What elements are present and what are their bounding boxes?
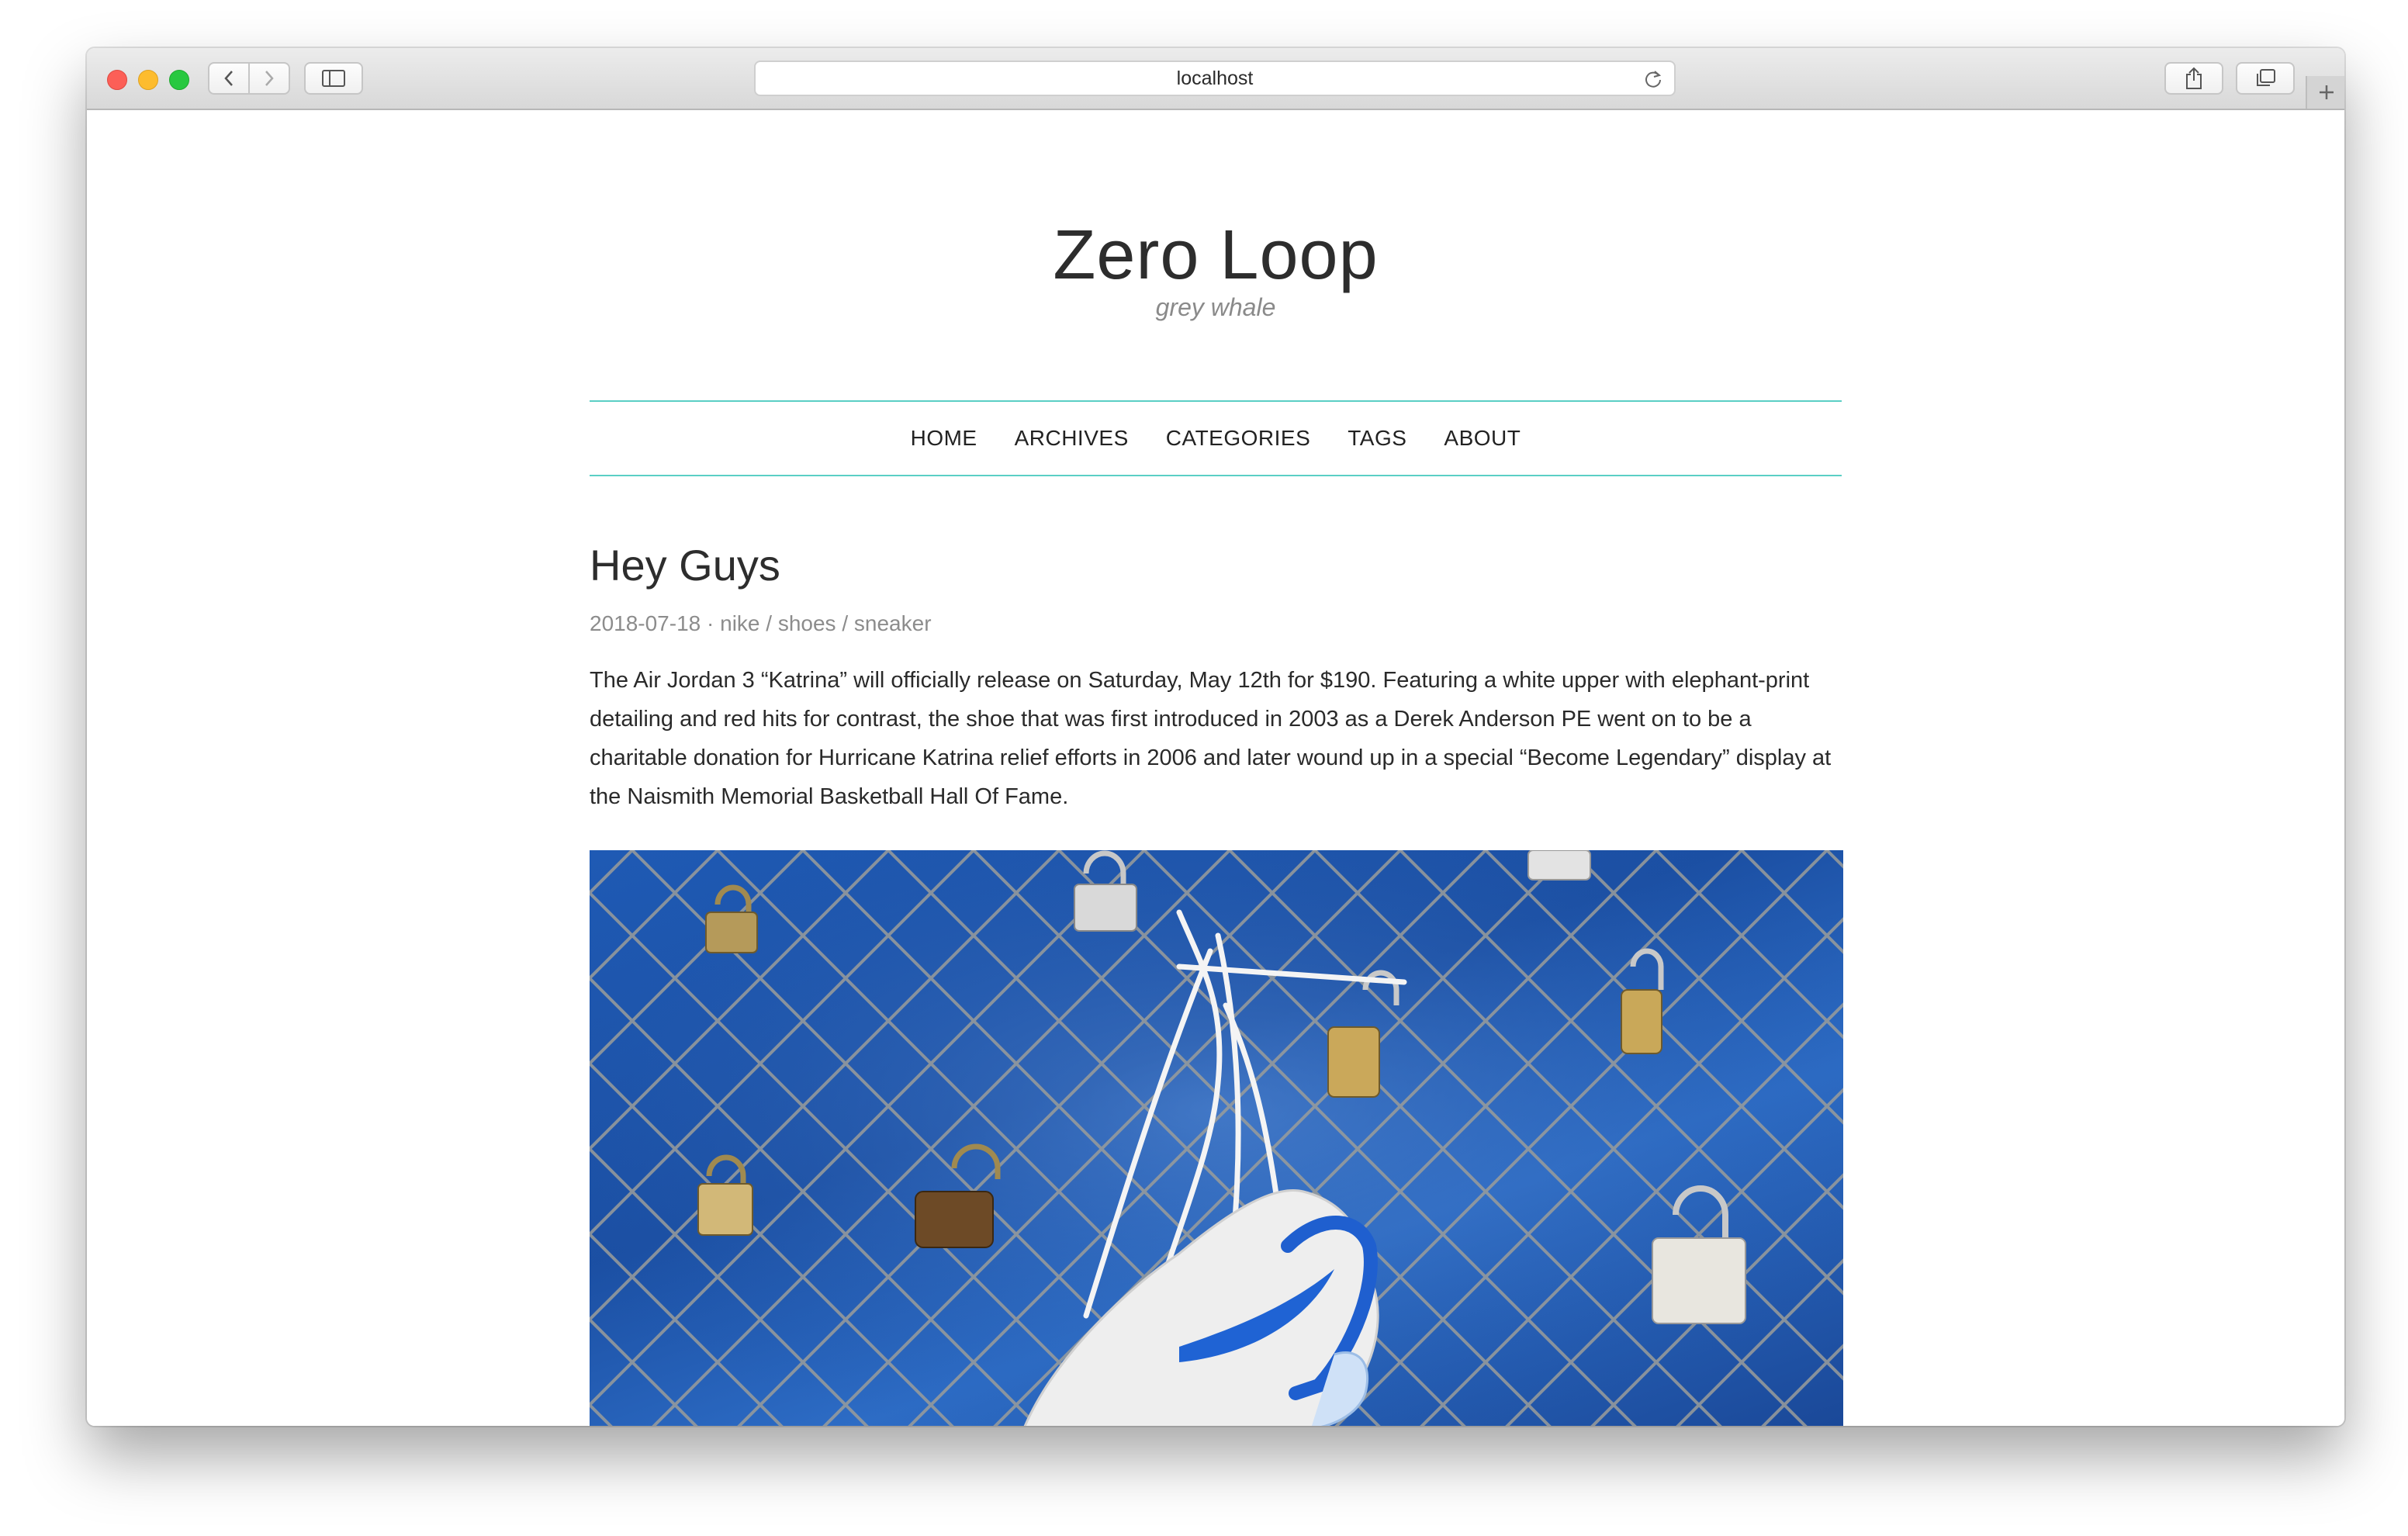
browser-window: localhost Zero Loop grey whale HOME ARCH… xyxy=(87,48,2344,1426)
page-content: Zero Loop grey whale HOME ARCHIVES CATEG… xyxy=(87,110,2344,1426)
category-link-shoes[interactable]: shoes xyxy=(778,611,836,635)
back-button[interactable] xyxy=(209,64,248,93)
show-tabs-button[interactable] xyxy=(2236,62,2295,95)
reload-icon[interactable] xyxy=(1643,69,1663,89)
category-link-nike[interactable]: nike xyxy=(720,611,759,635)
sidebar-toggle-button[interactable] xyxy=(304,62,363,95)
post-body: The Air Jordan 3 “Katrina” will official… xyxy=(590,668,1832,809)
share-button[interactable] xyxy=(2164,62,2223,95)
zoom-window-button[interactable] xyxy=(169,70,189,90)
nav-tags[interactable]: TAGS xyxy=(1348,426,1406,451)
address-text: localhost xyxy=(1176,67,1254,89)
new-tab-button[interactable] xyxy=(2306,76,2344,109)
meta-separator: · xyxy=(707,611,714,635)
nav-home[interactable]: HOME xyxy=(911,426,977,451)
post-date: 2018-07-18 xyxy=(590,611,701,635)
forward-button[interactable] xyxy=(250,64,289,93)
nav-archives[interactable]: ARCHIVES xyxy=(1015,426,1129,451)
tabs-icon xyxy=(2257,69,2275,86)
post-image xyxy=(590,850,1843,1426)
browser-toolbar: localhost xyxy=(87,48,2344,110)
category-separator: / xyxy=(766,611,773,635)
photo-sneaker-on-fence-icon xyxy=(590,850,1843,1426)
site-subtitle: grey whale xyxy=(1155,293,1276,321)
main-nav: HOME ARCHIVES CATEGORIES TAGS ABOUT xyxy=(590,400,1842,476)
share-icon xyxy=(2186,67,2202,89)
minimize-window-button[interactable] xyxy=(138,70,158,90)
history-nav-group xyxy=(208,62,290,95)
address-bar[interactable]: localhost xyxy=(754,61,1676,96)
category-link-sneaker[interactable]: sneaker xyxy=(854,611,932,635)
plus-icon xyxy=(2320,85,2334,99)
nav-about[interactable]: ABOUT xyxy=(1444,426,1521,451)
category-separator: / xyxy=(842,611,849,635)
post-meta: 2018-07-18 · nike / shoes / sneaker xyxy=(590,611,932,636)
post-title[interactable]: Hey Guys xyxy=(590,540,780,590)
chevron-right-icon xyxy=(265,71,274,86)
chevron-left-icon xyxy=(224,71,233,86)
site-title[interactable]: Zero Loop xyxy=(87,220,2344,290)
nav-categories[interactable]: CATEGORIES xyxy=(1166,426,1311,451)
sidebar-icon xyxy=(322,70,345,87)
close-window-button[interactable] xyxy=(107,70,127,90)
